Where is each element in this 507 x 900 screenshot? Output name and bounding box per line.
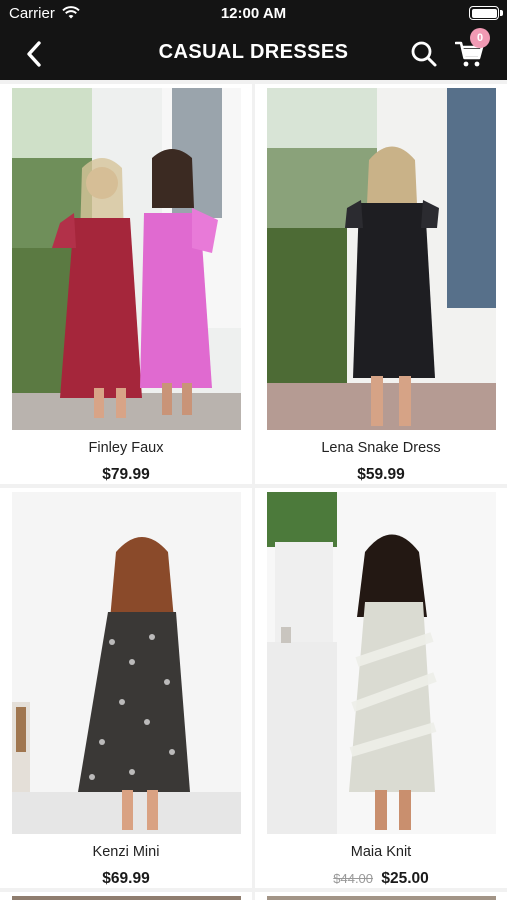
product-price: $79.99 (102, 466, 150, 483)
product-image (267, 492, 496, 834)
cart-count-badge: 0 (470, 28, 490, 48)
status-bar: Carrier 12:00 AM (0, 0, 507, 28)
product-price: $25.00 (381, 870, 429, 887)
status-time: 12:00 AM (220, 5, 287, 22)
product-name: Kenzi Mini (92, 844, 160, 860)
product-price-row: $79.99 (0, 466, 252, 484)
product-image (267, 896, 496, 900)
product-image (12, 88, 241, 430)
product-card-maia-knit[interactable]: Maia Knit $44.00 $25.00 (255, 488, 507, 888)
product-price-row: $44.00 $25.00 (255, 870, 507, 888)
product-image (267, 88, 496, 430)
product-card-lena-snake-dress[interactable]: Lena Snake Dress $59.99 (255, 84, 507, 484)
product-price-row: $59.99 (255, 466, 507, 484)
search-icon (411, 41, 437, 67)
product-price: $59.99 (357, 466, 405, 483)
product-name: Finley Faux (88, 440, 164, 456)
product-name: Maia Knit (350, 844, 412, 860)
product-old-price: $44.00 (333, 871, 374, 886)
search-button[interactable] (406, 36, 442, 72)
product-grid: Finley Faux $79.99 Lena Snake Dress $59.… (0, 80, 507, 900)
product-name: Lena Snake Dress (321, 440, 441, 456)
product-image (12, 492, 241, 834)
product-image (12, 896, 241, 900)
top-bar: Carrier 12:00 AM CASUAL DRESSES 0 (0, 0, 507, 80)
product-card-partial[interactable] (255, 892, 507, 900)
product-card-finley-faux[interactable]: Finley Faux $79.99 (0, 84, 252, 484)
product-price-row: $69.99 (0, 870, 252, 888)
product-card-partial[interactable] (0, 892, 252, 900)
navigation-bar: CASUAL DRESSES 0 (0, 28, 507, 80)
product-card-kenzi-mini[interactable]: Kenzi Mini $69.99 (0, 488, 252, 888)
battery-icon (469, 6, 503, 20)
product-price: $69.99 (102, 870, 150, 887)
